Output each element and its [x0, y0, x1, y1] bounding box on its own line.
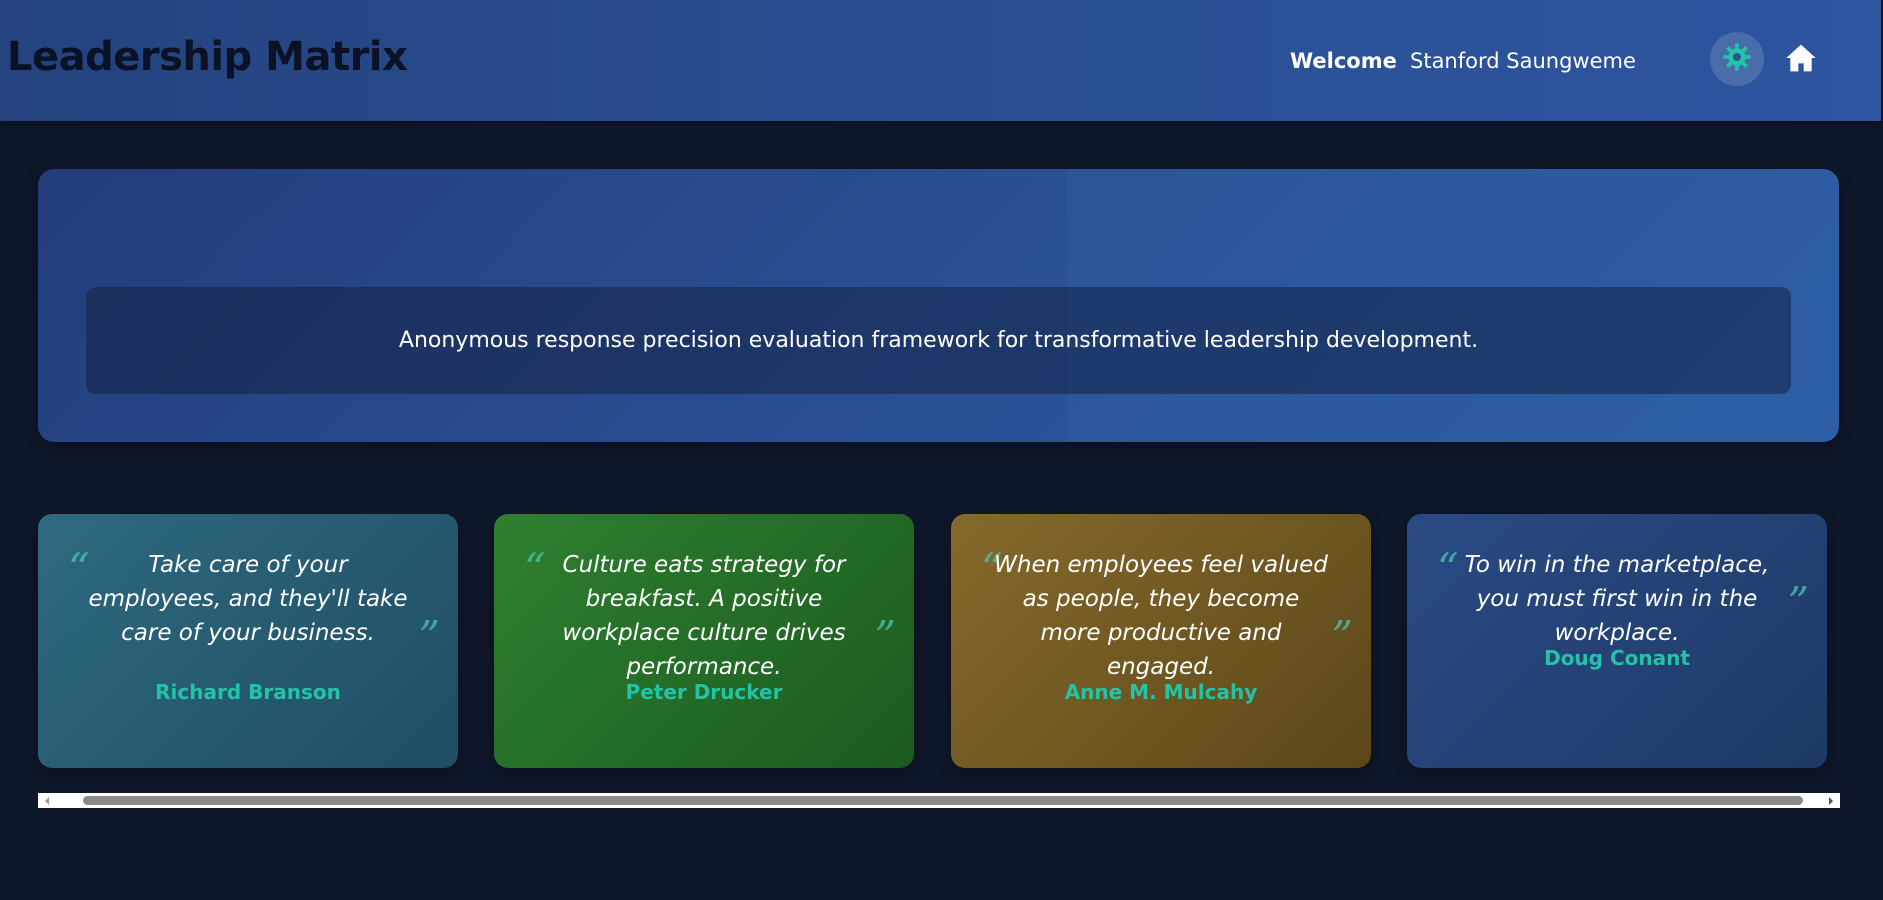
- gear-icon: [1722, 42, 1752, 76]
- quote-card: “ Take care of your employees, and they'…: [38, 514, 458, 768]
- quote-text: Take care of your employees, and they'll…: [88, 552, 408, 646]
- home-button[interactable]: [1784, 43, 1818, 77]
- quote-card: “ Culture eats strategy for breakfast. A…: [494, 514, 914, 768]
- chevron-right-icon: [1827, 791, 1835, 810]
- quote-author: Anne M. Mulcahy: [1064, 680, 1258, 704]
- horizontal-scrollbar[interactable]: [38, 793, 1840, 808]
- hero-tagline: Anonymous response precision evaluation …: [398, 328, 1479, 353]
- hero-tagline-box: Anonymous response precision evaluation …: [86, 287, 1791, 394]
- welcome-label: Welcome: [1290, 49, 1397, 73]
- quote-text: To win in the marketplace, you must firs…: [1464, 552, 1770, 646]
- quote-author: Richard Branson: [155, 680, 341, 704]
- close-quote-icon: ”: [1331, 612, 1353, 661]
- close-quote-icon: ”: [1787, 578, 1809, 627]
- hero-banner: Anonymous response precision evaluation …: [38, 169, 1839, 442]
- close-quote-icon: ”: [418, 612, 440, 661]
- close-quote-icon: ”: [874, 612, 896, 661]
- header-bar: Leadership Matrix Welcome Stanford Saung…: [0, 0, 1881, 121]
- home-icon: [1785, 43, 1817, 77]
- theme-toggle-button[interactable]: [1710, 32, 1764, 86]
- chevron-left-icon: [43, 791, 51, 810]
- quote-text: When employees feel valued as people, th…: [994, 552, 1328, 680]
- quote-text: Culture eats strategy for breakfast. A p…: [562, 552, 846, 680]
- scrollbar-thumb[interactable]: [83, 796, 1803, 805]
- user-name: Stanford Saungweme: [1410, 49, 1636, 73]
- quote-author: Peter Drucker: [625, 680, 783, 704]
- quote-card: “ To win in the marketplace, you must fi…: [1407, 514, 1827, 768]
- scroll-right-button[interactable]: [1822, 793, 1840, 808]
- quote-card: “ When employees feel valued as people, …: [951, 514, 1371, 768]
- scroll-left-button[interactable]: [38, 793, 56, 808]
- quote-author: Doug Conant: [1544, 646, 1690, 670]
- app-title: Leadership Matrix: [7, 34, 408, 80]
